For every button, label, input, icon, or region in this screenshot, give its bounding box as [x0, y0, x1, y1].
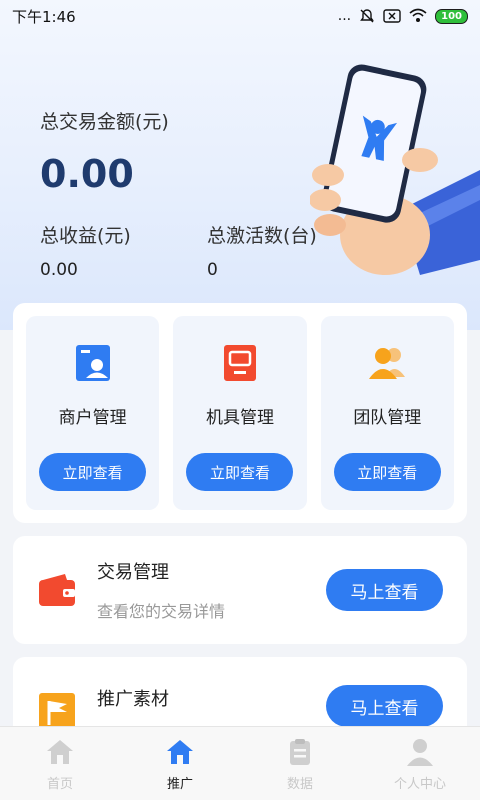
battery-indicator: 100: [435, 8, 468, 24]
trade-subtitle: 查看您的交易详情: [97, 602, 226, 621]
tab-promote[interactable]: 推广: [120, 727, 240, 800]
merchant-view-button[interactable]: 立即查看: [39, 453, 147, 491]
total-amount-value: 0.00: [40, 152, 134, 196]
flag-icon: [39, 693, 75, 731]
trade-management-card[interactable]: 交易管理 查看您的交易详情 马上查看: [13, 536, 467, 644]
total-income-label: 总收益(元): [40, 225, 131, 247]
home-icon: [47, 740, 73, 764]
tab-home[interactable]: 首页: [0, 727, 120, 800]
hand-phone-illustration: [310, 64, 480, 275]
tab-profile[interactable]: 个人中心: [360, 727, 480, 800]
bottom-tab-bar: 首页 推广 数据 个人中心: [0, 726, 480, 800]
tab-data[interactable]: 数据: [240, 727, 360, 800]
tile-team-label: 团队管理: [353, 408, 422, 428]
wifi-icon: [409, 8, 427, 22]
management-card: 商户管理 立即查看 机具管理 立即查看 团队管理 立即查看: [13, 303, 467, 523]
tile-merchant[interactable]: 商户管理 立即查看: [26, 316, 160, 510]
total-activations-label: 总激活数(台): [207, 225, 317, 247]
tile-terminal-label: 机具管理: [205, 408, 274, 428]
tab-data-label: 数据: [286, 777, 313, 792]
status-time: 下午1:46: [12, 7, 76, 26]
promo-view-button[interactable]: 马上查看: [326, 685, 443, 727]
team-view-button[interactable]: 立即查看: [333, 453, 441, 491]
trade-title: 交易管理: [97, 562, 169, 583]
tab-profile-label: 个人中心: [393, 777, 446, 792]
promo-text: 推广素材: [97, 685, 326, 725]
team-icon: [369, 348, 406, 379]
tile-terminal[interactable]: 机具管理 立即查看: [173, 316, 307, 510]
trade-text: 交易管理 查看您的交易详情: [97, 558, 326, 622]
tab-promote-label: 推广: [166, 777, 193, 792]
promo-title: 推广素材: [97, 689, 169, 710]
bell-muted-icon: [360, 9, 375, 23]
sim-icon: [383, 9, 401, 23]
merchant-card-icon: [75, 345, 110, 381]
trade-view-button[interactable]: 马上查看: [326, 569, 443, 611]
home-icon: [167, 740, 193, 764]
terminal-view-button[interactable]: 立即查看: [186, 453, 294, 491]
tile-merchant-label: 商户管理: [58, 408, 127, 428]
status-icons: ... 100: [338, 8, 468, 24]
user-icon: [407, 739, 433, 766]
tile-team[interactable]: 团队管理 立即查看: [320, 316, 454, 510]
status-bar: 下午1:46 ... 100: [0, 0, 480, 32]
clipboard-icon: [290, 739, 310, 765]
pos-terminal-icon: [223, 345, 256, 381]
more-dots-icon: ...: [337, 8, 352, 24]
total-income-value: 0.00: [40, 260, 78, 280]
tab-home-label: 首页: [46, 777, 73, 792]
total-amount-label: 总交易金额(元): [40, 111, 169, 133]
total-activations-value: 0: [207, 260, 218, 280]
wallet-icon: [39, 574, 75, 606]
